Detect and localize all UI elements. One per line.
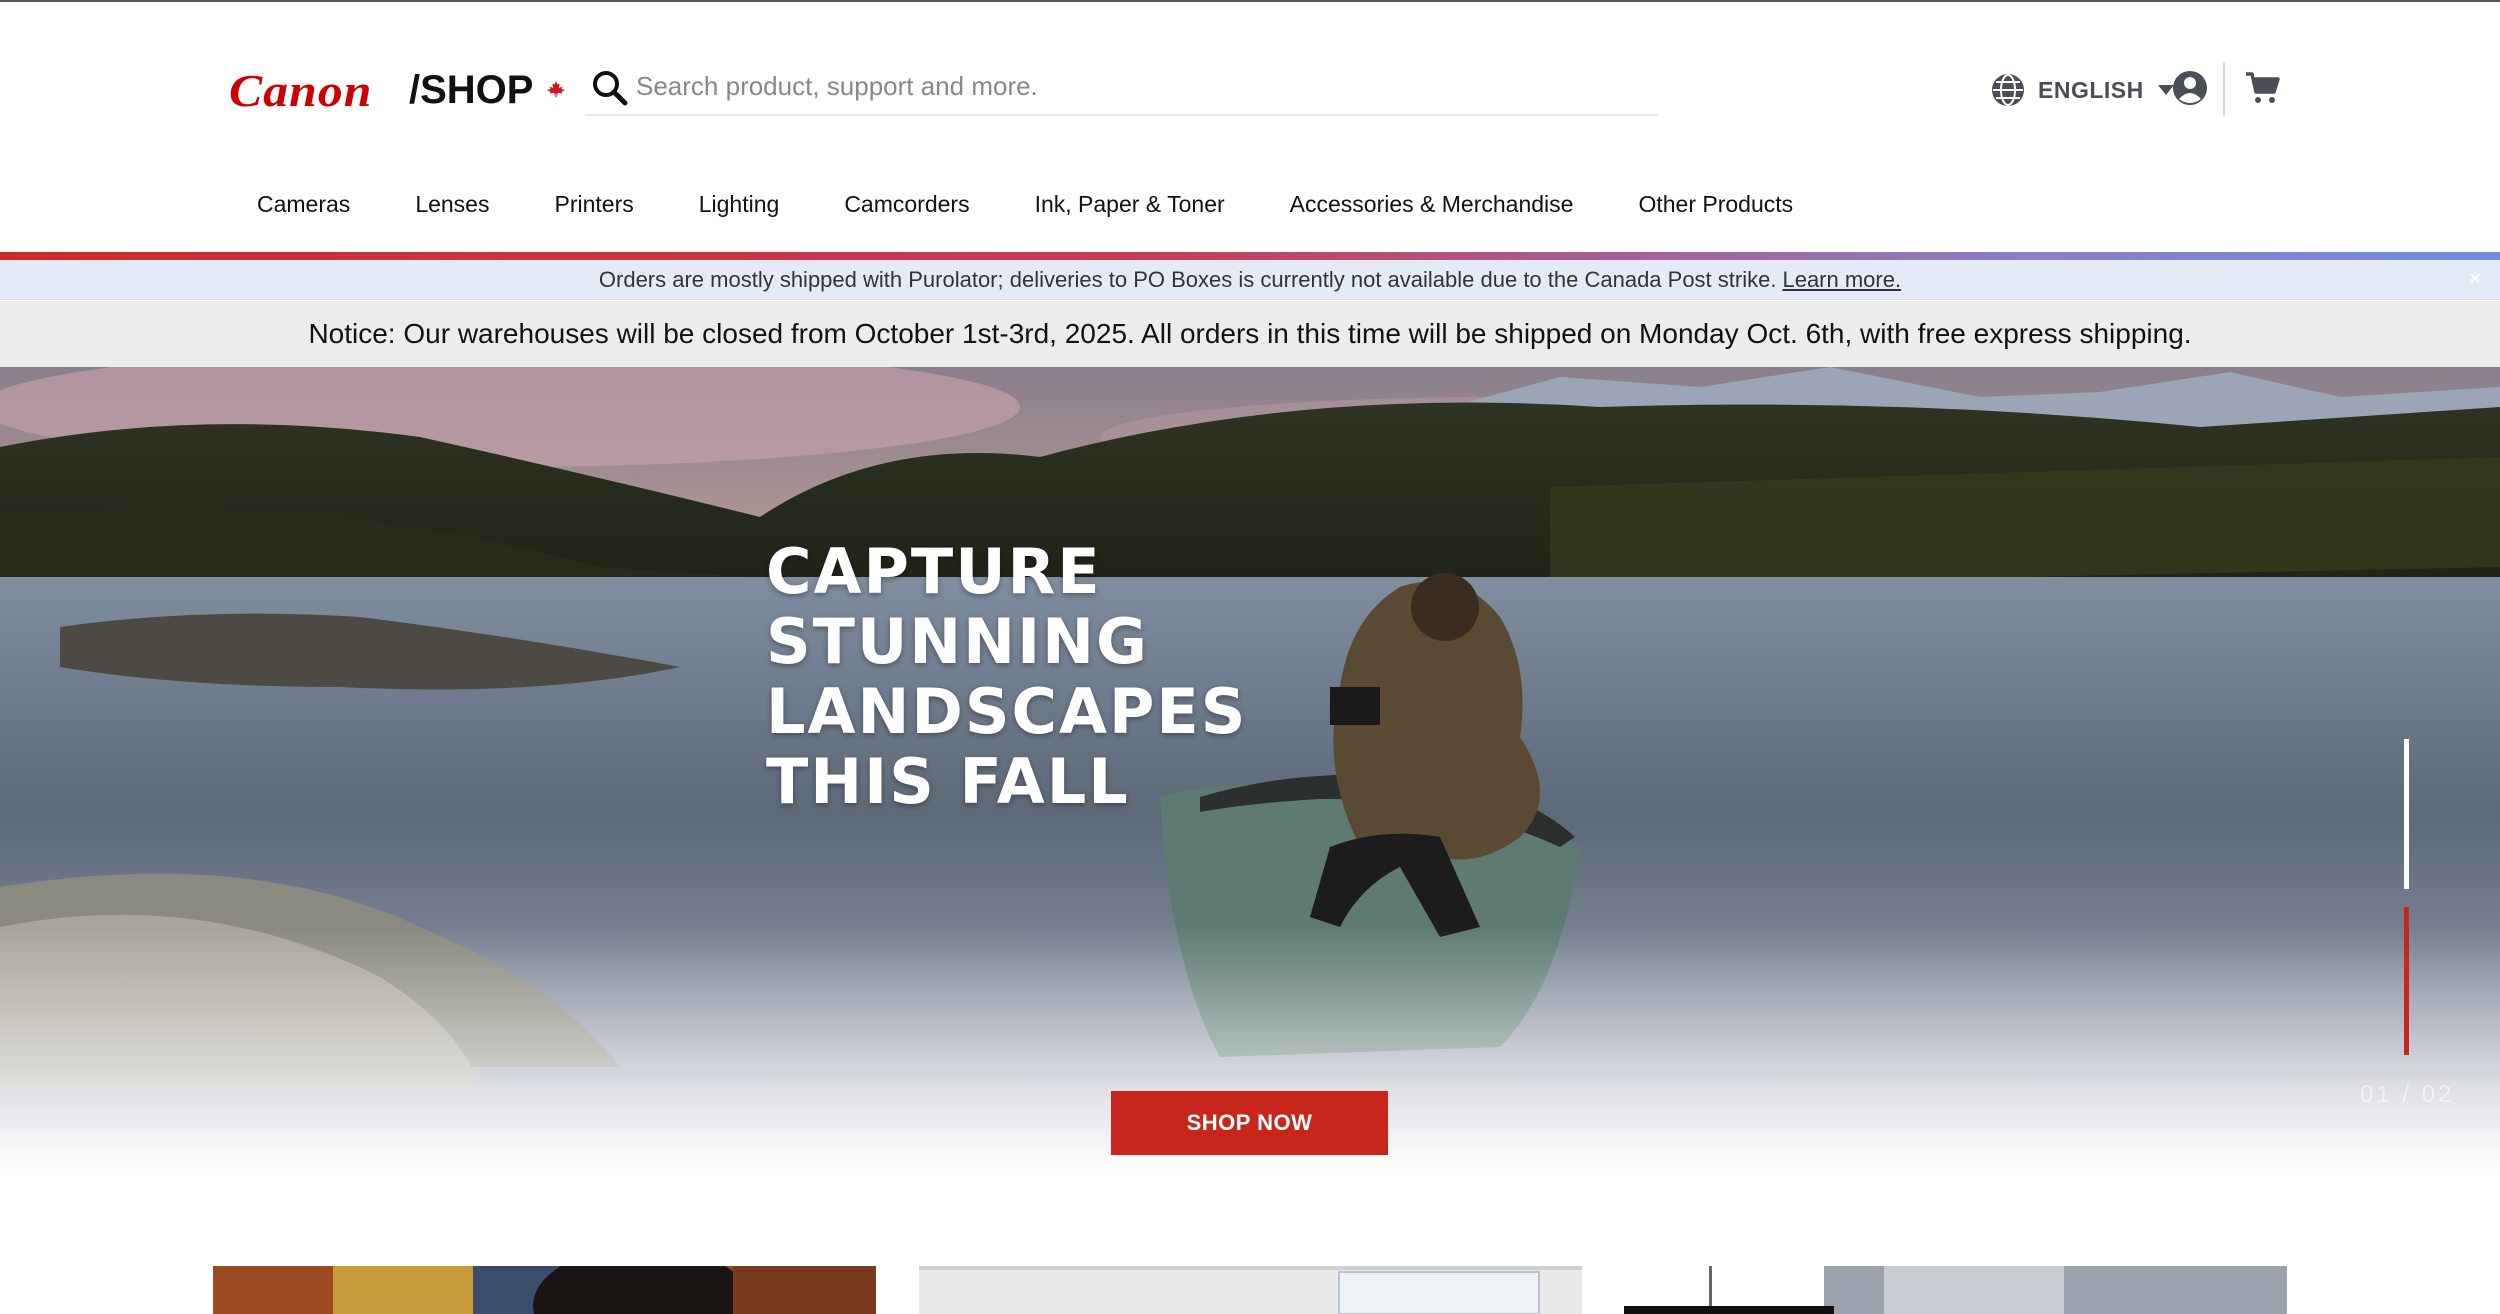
language-label: ENGLISH bbox=[2038, 76, 2144, 103]
promo-tile-3-image bbox=[1624, 1266, 2287, 1314]
slide-indicator-1[interactable] bbox=[2404, 739, 2409, 889]
nav-item-cameras[interactable]: Cameras bbox=[257, 191, 350, 218]
cart-icon[interactable] bbox=[2244, 70, 2280, 106]
hero-title-line: LANDSCAPES bbox=[766, 675, 1248, 748]
nav-item-printers[interactable]: Printers bbox=[554, 191, 633, 218]
shipping-banner: Orders are mostly shipped with Purolator… bbox=[0, 260, 2500, 300]
hero-title-line: THIS FALL bbox=[766, 745, 1130, 818]
main-nav: Cameras Lenses Printers Lighting Camcord… bbox=[240, 182, 1793, 226]
language-selector[interactable]: ENGLISH bbox=[1990, 70, 2176, 110]
nav-item-lighting[interactable]: Lighting bbox=[699, 191, 780, 218]
maple-leaf-icon bbox=[546, 80, 566, 98]
search-bar bbox=[586, 60, 1658, 116]
slide-indicator-2[interactable] bbox=[2404, 907, 2409, 1055]
promo-tile-1[interactable] bbox=[213, 1266, 876, 1314]
canon-shop-logo[interactable]: Canon /SHOP bbox=[229, 64, 566, 116]
globe-icon bbox=[1992, 74, 2024, 106]
promo-tile-2-image bbox=[919, 1266, 1582, 1314]
nav-item-ink-paper-toner[interactable]: Ink, Paper & Toner bbox=[1035, 191, 1225, 218]
nav-item-camcorders[interactable]: Camcorders bbox=[844, 191, 969, 218]
account-icon[interactable] bbox=[2171, 69, 2209, 107]
learn-more-link[interactable]: Learn more. bbox=[1782, 267, 1901, 293]
site-header: Canon /SHOP ENGLISH bbox=[0, 2, 2500, 252]
search-input[interactable] bbox=[636, 64, 1646, 108]
hero-carousel: CAPTURE STUNNING LANDSCAPES THIS FALL SH… bbox=[0, 367, 2500, 1177]
search-icon[interactable] bbox=[590, 68, 630, 108]
shipping-banner-text: Orders are mostly shipped with Purolator… bbox=[598, 266, 1777, 292]
hero-title-line: STUNNING bbox=[766, 605, 1149, 678]
nav-item-lenses[interactable]: Lenses bbox=[415, 191, 489, 218]
header-divider bbox=[2223, 62, 2225, 116]
promo-tile-3[interactable] bbox=[1624, 1266, 2287, 1314]
close-banner-button[interactable]: × bbox=[2464, 268, 2486, 290]
logo-brand: Canon bbox=[229, 64, 373, 116]
notice-banner-text: Notice: Our warehouses will be closed fr… bbox=[308, 318, 2192, 349]
nav-item-other-products[interactable]: Other Products bbox=[1638, 191, 1793, 218]
nav-item-accessories-merchandise[interactable]: Accessories & Merchandise bbox=[1290, 191, 1574, 218]
notice-banner: Notice: Our warehouses will be closed fr… bbox=[0, 301, 2500, 367]
logo-suffix: /SHOP bbox=[409, 68, 534, 112]
promo-tile-2[interactable] bbox=[919, 1266, 1582, 1314]
promo-tile-1-image bbox=[213, 1266, 876, 1314]
shop-now-button[interactable]: SHOP NOW bbox=[1111, 1091, 1388, 1155]
slide-counter: 01 / 02 bbox=[2360, 1081, 2455, 1108]
hero-title-line: CAPTURE bbox=[766, 535, 1102, 608]
hero-title: CAPTURE STUNNING LANDSCAPES THIS FALL bbox=[766, 537, 1366, 817]
header-gradient-rule bbox=[0, 252, 2500, 260]
